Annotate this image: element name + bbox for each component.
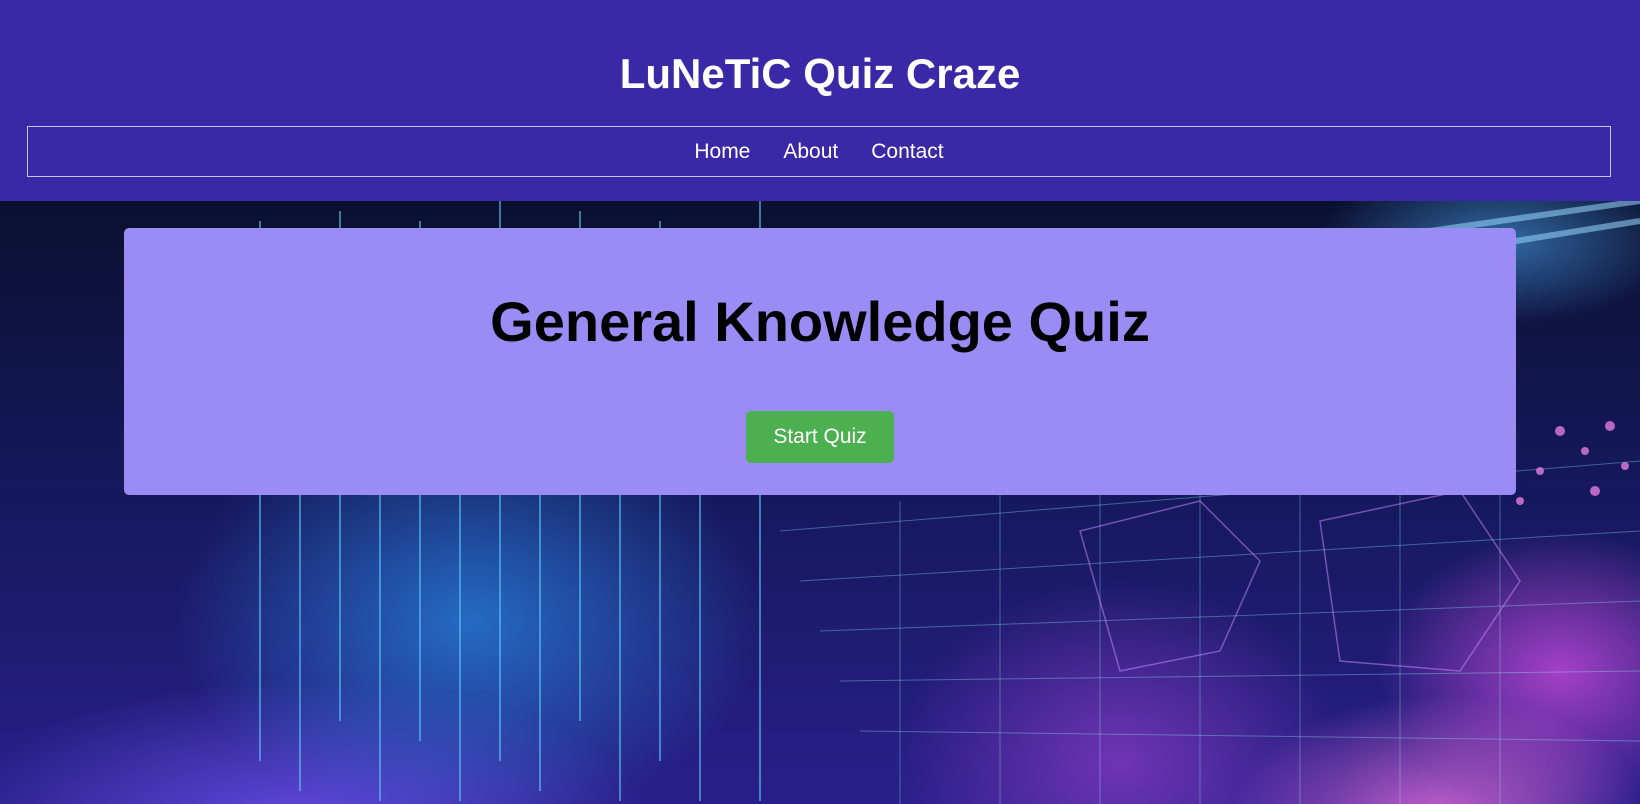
nav-bar: Home About Contact	[27, 126, 1611, 177]
quiz-card: General Knowledge Quiz Start Quiz	[124, 228, 1516, 495]
nav-link-contact[interactable]: Contact	[871, 126, 943, 177]
quiz-title: General Knowledge Quiz	[490, 290, 1150, 353]
nav-link-about[interactable]: About	[783, 126, 838, 177]
site-header: LuNeTiC Quiz Craze Home About Contact	[0, 0, 1640, 201]
site-title: LuNeTiC Quiz Craze	[619, 50, 1021, 97]
nav-link-home[interactable]: Home	[694, 126, 750, 177]
start-quiz-button[interactable]: Start Quiz	[746, 411, 894, 463]
